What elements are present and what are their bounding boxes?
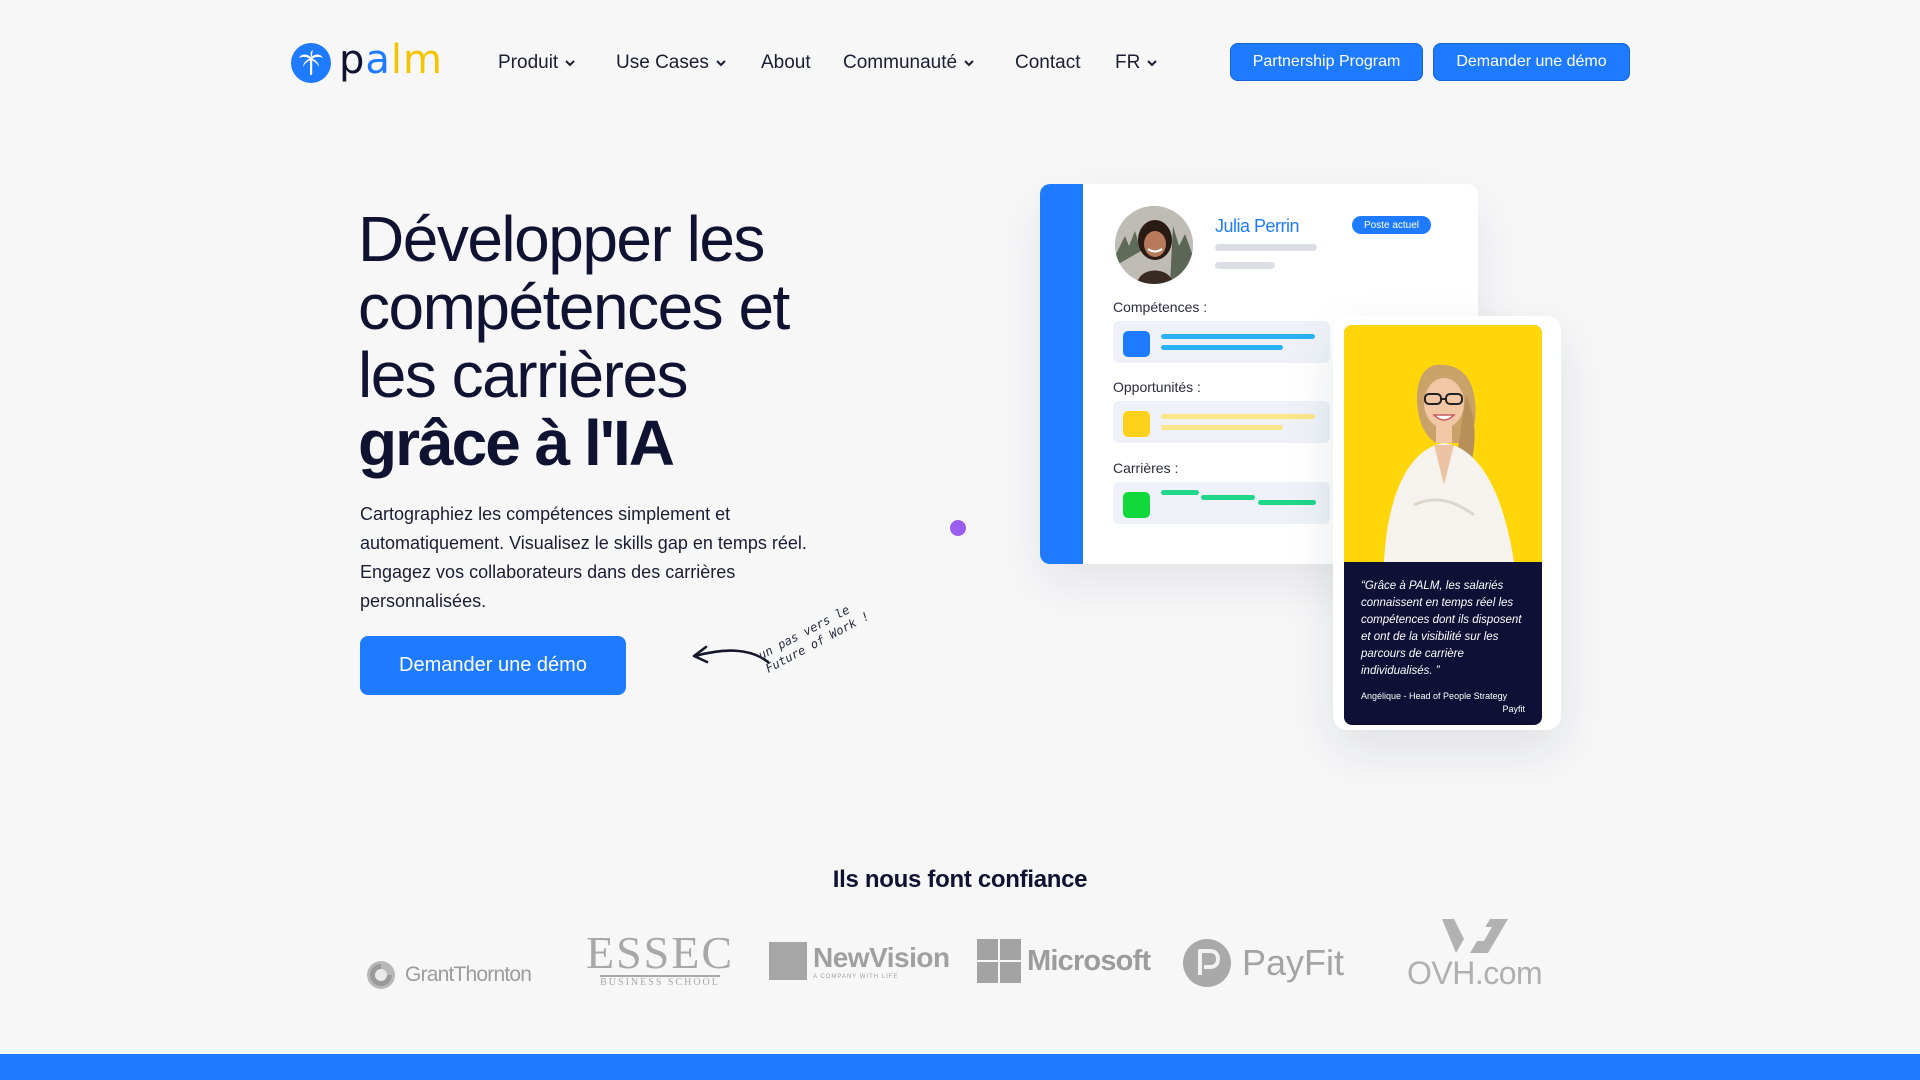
site-header: palm Produit Use Cases About Communauté … xyxy=(0,0,1920,125)
payfit-text: PayFit xyxy=(1242,942,1345,983)
essec-logo: ESSEC BUSINESS SCHOOL xyxy=(586,927,735,989)
testimonial-photo xyxy=(1344,325,1542,562)
author-company: Payfit xyxy=(1502,704,1525,714)
placeholder-line xyxy=(1215,244,1317,251)
nav-item-produit[interactable]: Produit xyxy=(498,52,576,74)
carrieres-row xyxy=(1113,482,1330,524)
hero-description: Cartographiez les compétences simplement… xyxy=(360,504,807,611)
hero-title-bold: grâce à l'IA xyxy=(358,407,675,479)
section-label-carrieres: Carrières : xyxy=(1113,460,1179,476)
nav-item-use-cases[interactable]: Use Cases xyxy=(616,52,727,74)
palm-tree-icon xyxy=(291,43,331,83)
section-label-opportunites: Opportunités : xyxy=(1113,379,1201,395)
hero-title-line: Développer les xyxy=(358,203,765,275)
nav-label: FR xyxy=(1115,52,1141,73)
avatar xyxy=(1115,206,1193,284)
testimonial-author: Angélique - Head of People Strategy Payf… xyxy=(1361,690,1525,716)
newvision-text: NewVision xyxy=(813,942,950,973)
payfit-mark-icon xyxy=(1183,939,1231,987)
nav-item-communaute[interactable]: Communauté xyxy=(843,52,975,74)
decorative-dot xyxy=(950,520,966,536)
nav-item-about[interactable]: About xyxy=(761,52,811,74)
palm-wordmark: palm xyxy=(339,37,443,83)
grant-thornton-text: GrantThornton xyxy=(405,963,532,986)
progress-line xyxy=(1161,334,1315,339)
essec-text: ESSEC xyxy=(586,927,735,978)
nav-label: Produit xyxy=(498,52,559,73)
ovh-text: OVH.com xyxy=(1407,955,1543,991)
progress-line xyxy=(1161,414,1315,419)
partnership-program-button[interactable]: Partnership Program xyxy=(1230,43,1423,81)
testimonial-card: “Grâce à PALM, les salariés connaissent … xyxy=(1344,325,1542,725)
ovh-logo: OVH.com xyxy=(1407,915,1543,992)
career-step-line xyxy=(1201,495,1255,500)
card-accent-stripe xyxy=(1040,184,1083,564)
microsoft-logo: Microsoft xyxy=(977,939,1151,983)
progress-line xyxy=(1161,345,1283,350)
microsoft-windows-icon xyxy=(977,939,1021,983)
nav-item-contact[interactable]: Contact xyxy=(1015,52,1080,74)
newvision-subtext: A COMPANY WITH LIFE xyxy=(813,974,899,980)
nav-label: About xyxy=(761,52,811,73)
section-label-competences: Compétences : xyxy=(1113,299,1208,315)
palm-logo[interactable]: palm xyxy=(291,40,443,86)
chevron-down-icon xyxy=(716,60,726,67)
grant-thornton-mark-icon xyxy=(367,961,395,989)
career-step-line xyxy=(1161,490,1199,495)
newvision-square-icon xyxy=(769,942,807,980)
hero-demo-button[interactable]: Demander une démo xyxy=(360,636,626,695)
ovh-mark-icon xyxy=(1441,919,1508,953)
bottom-color-band xyxy=(0,1054,1920,1080)
opportunites-row xyxy=(1113,401,1330,443)
grant-thornton-logo: GrantThornton xyxy=(365,959,532,991)
career-step-line xyxy=(1258,500,1316,505)
chevron-down-icon xyxy=(565,60,575,67)
status-badge: Poste actuel xyxy=(1352,216,1431,234)
chevron-down-icon xyxy=(1147,60,1158,67)
placeholder-line xyxy=(1215,262,1275,269)
newvision-logo: NewVision A COMPANY WITH LIFE xyxy=(769,942,950,980)
hero-title: Développer les compétences et les carriè… xyxy=(358,205,878,477)
hero-title-line: compétences et xyxy=(358,271,790,343)
microsoft-text: Microsoft xyxy=(1027,944,1151,977)
competences-row xyxy=(1113,321,1330,363)
essec-subtext: BUSINESS SCHOOL xyxy=(600,975,720,988)
opportunity-swatch xyxy=(1123,411,1150,437)
author-name: Angélique - Head of People Strategy xyxy=(1361,691,1508,701)
hero-title-line: les carrières xyxy=(358,339,689,411)
nav-label: Communauté xyxy=(843,52,958,73)
competence-swatch xyxy=(1123,331,1150,357)
profile-name: Julia Perrin xyxy=(1215,216,1300,236)
language-selector[interactable]: FR xyxy=(1115,52,1158,74)
chevron-down-icon xyxy=(964,60,974,67)
career-swatch xyxy=(1123,492,1150,518)
header-demo-button[interactable]: Demander une démo xyxy=(1433,43,1630,81)
client-logos: GrantThornton ESSEC BUSINESS SCHOOL NewV… xyxy=(0,915,1920,1015)
testimonial-quote: “Grâce à PALM, les salariés connaissent … xyxy=(1361,580,1522,677)
progress-line xyxy=(1161,425,1283,430)
trust-section-title: Ils nous font confiance xyxy=(832,866,1088,893)
nav-label: Use Cases xyxy=(616,52,709,73)
payfit-logo: PayFit xyxy=(1182,938,1344,988)
nav-label: Contact xyxy=(1015,52,1081,73)
